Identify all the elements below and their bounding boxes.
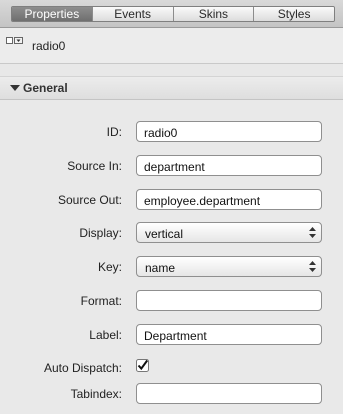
radio-dropdown-icon <box>6 37 23 44</box>
component-header: radio0 <box>0 28 343 64</box>
section-general-header[interactable]: General <box>0 76 343 100</box>
tab-events[interactable]: Events <box>91 7 173 21</box>
tab-styles[interactable]: Styles <box>253 7 334 21</box>
general-properties-panel: ID: radio0 Source In: department Source … <box>0 100 343 414</box>
tabindex-field[interactable] <box>136 383 322 404</box>
key-select[interactable]: name <box>136 256 322 277</box>
source-out-field[interactable]: employee.department <box>136 189 322 210</box>
row-id: ID: radio0 <box>0 121 343 145</box>
section-title: General <box>23 81 68 95</box>
row-source-in: Source In: department <box>0 155 343 179</box>
component-name: radio0 <box>32 39 66 53</box>
row-display: Display: vertical <box>0 222 343 246</box>
key-label: Key: <box>97 260 122 274</box>
label-label: Label: <box>89 328 122 342</box>
source-out-label: Source Out: <box>57 193 122 207</box>
auto-dispatch-checkbox[interactable] <box>136 359 149 372</box>
row-label: Label: Department <box>0 324 343 348</box>
tabindex-label: Tabindex: <box>70 387 122 401</box>
stepper-arrows-icon <box>309 261 316 272</box>
auto-dispatch-label: Auto Dispatch: <box>43 361 122 375</box>
source-in-label: Source In: <box>67 159 122 173</box>
row-source-out: Source Out: employee.department <box>0 189 343 213</box>
row-tabindex: Tabindex: <box>0 383 343 407</box>
display-select[interactable]: vertical <box>136 222 322 243</box>
row-key: Key: name <box>0 256 343 280</box>
id-label: ID: <box>106 125 122 139</box>
display-select-value: vertical <box>145 227 184 241</box>
tab-skins[interactable]: Skins <box>172 7 254 21</box>
display-label: Display: <box>79 226 122 240</box>
format-field[interactable] <box>136 290 322 311</box>
key-select-value: name <box>145 261 176 275</box>
row-format: Format: <box>0 290 343 314</box>
disclosure-triangle-down-icon[interactable] <box>10 83 20 93</box>
source-in-field[interactable]: department <box>136 155 322 176</box>
row-auto-dispatch: Auto Dispatch: <box>0 357 343 381</box>
tab-properties[interactable]: Properties <box>12 7 92 21</box>
id-field[interactable]: radio0 <box>136 121 322 142</box>
label-field[interactable]: Department <box>136 324 322 345</box>
tab-strip: Properties Events Skins Styles <box>11 6 335 22</box>
format-label: Format: <box>80 294 122 308</box>
tab-bar: Properties Events Skins Styles <box>0 0 343 28</box>
stepper-arrows-icon <box>309 227 316 238</box>
